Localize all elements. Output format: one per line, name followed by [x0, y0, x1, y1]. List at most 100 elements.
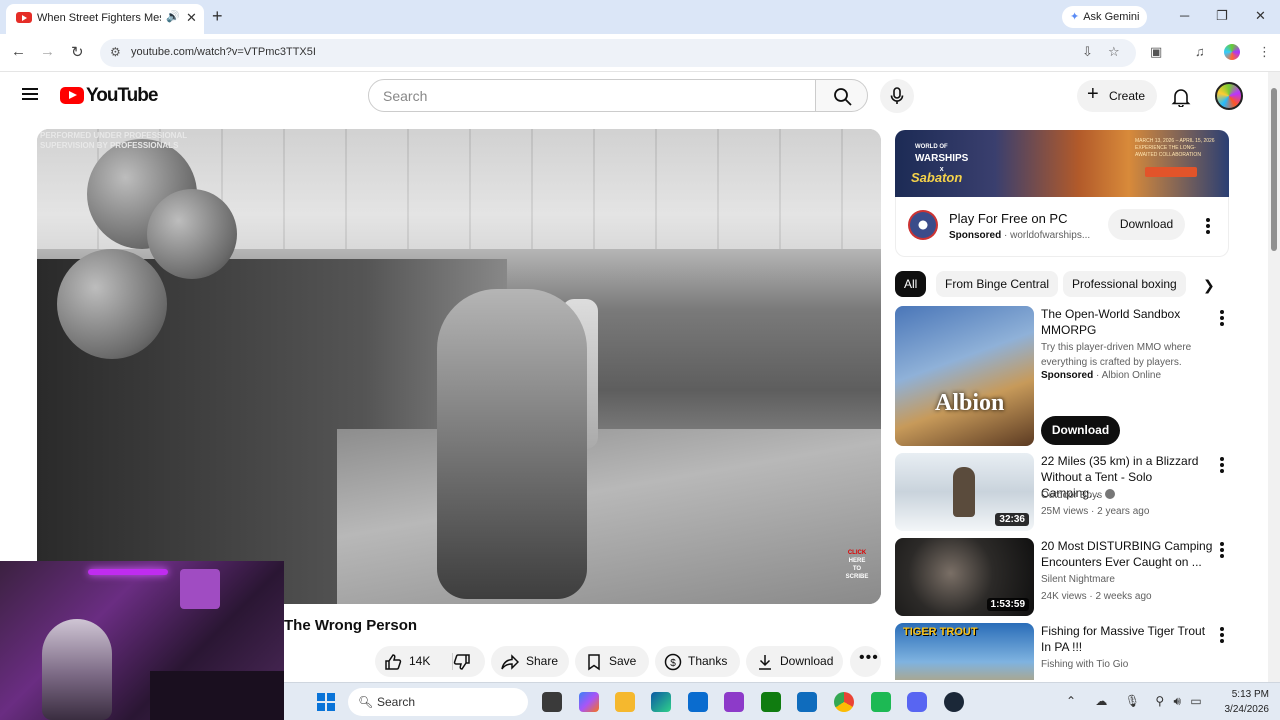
create-button[interactable]: + Create: [1077, 80, 1157, 112]
recommendation-channel[interactable]: Silent Nightmare: [1041, 574, 1115, 585]
albion-logo-text: Albion: [935, 390, 1005, 416]
wifi-icon[interactable]: ⚲: [1155, 694, 1164, 708]
plus-icon: +: [1087, 83, 1099, 105]
youtube-logo-icon[interactable]: [60, 87, 84, 104]
browser-toolbar: ← → ↻ ⚙ youtube.com/watch?v=VTPmc3TTX5I …: [0, 34, 1280, 72]
copilot-icon[interactable]: [579, 692, 599, 712]
thumbnail-hiker: [953, 467, 975, 517]
xbox-icon[interactable]: [761, 692, 781, 712]
like-count[interactable]: 14K: [409, 646, 430, 677]
watermark-line: SCRIBE: [845, 574, 869, 580]
recommendation-channel[interactable]: Fishing with Tio Gio: [1041, 659, 1128, 670]
recommendation-item[interactable]: 1:53:59 20 Most DISTURBING Camping Encou…: [895, 538, 1229, 616]
minimize-window-icon[interactable]: ─: [1180, 8, 1189, 23]
thanks-button[interactable]: $ Thanks: [655, 646, 740, 677]
search-input[interactable]: Search: [368, 79, 816, 112]
subscribe-watermark[interactable]: CLICK HERE TO SCRIBE: [842, 549, 872, 583]
browser-tab[interactable]: When Street Fighters Mess 🔊 ✕: [6, 4, 204, 34]
tab-audio-icon[interactable]: 🔊: [166, 10, 180, 23]
restore-window-icon[interactable]: ❐: [1216, 8, 1228, 24]
chevron-up-icon[interactable]: ⌃: [1066, 694, 1076, 708]
media-controls-icon[interactable]: ♫: [1195, 44, 1205, 59]
browser-profile-avatar[interactable]: [1224, 44, 1240, 60]
chip-all[interactable]: All: [895, 271, 927, 297]
channel-name[interactable]: Outdoor Boys: [1041, 490, 1102, 501]
edge-icon[interactable]: [651, 692, 671, 712]
chevron-right-icon[interactable]: ❯: [1203, 277, 1215, 294]
recommendation-meta: 24K views · 2 weeks ago: [1041, 591, 1152, 602]
albion-download-button[interactable]: Download: [1041, 416, 1120, 445]
ad-download-button[interactable]: Download: [1108, 209, 1185, 240]
recommendation-more-icon[interactable]: [1220, 627, 1224, 645]
ad-info-card[interactable]: Play For Free on PC Sponsored · worldofw…: [895, 197, 1229, 257]
account-avatar[interactable]: [1215, 82, 1243, 110]
install-app-icon[interactable]: ⇩: [1082, 44, 1093, 60]
video-player[interactable]: PERFORMED UNDER PROFESSIONAL SUPERVISION…: [37, 129, 881, 604]
system-tray[interactable]: ⌃ ☁ 🎙︎ ⚲ 🔊︎ ▭: [1066, 694, 1202, 709]
microphone-icon[interactable]: 🎙︎: [1125, 694, 1140, 708]
ad-banner[interactable]: WORLD OF WARSHIPS x Sabaton MARCH 13, 20…: [895, 130, 1229, 197]
dislike-icon[interactable]: [453, 653, 471, 671]
windows-start-icon[interactable]: [317, 693, 335, 711]
recommendation-more-icon[interactable]: [1220, 457, 1224, 475]
like-icon[interactable]: [384, 653, 402, 671]
ad-title[interactable]: Play For Free on PC: [949, 211, 1068, 226]
recommendation-thumbnail[interactable]: 32:36: [895, 453, 1034, 531]
recommendation-title[interactable]: Fishing for Massive Tiger Trout In PA !!…: [1041, 623, 1213, 655]
search-button[interactable]: [815, 79, 868, 112]
youtube-wordmark[interactable]: YouTube: [86, 85, 158, 107]
battery-icon[interactable]: ▭: [1190, 694, 1201, 708]
windows-taskbar: 🔍︎ Search ⌃ ☁ 🎙︎ ⚲ 🔊︎ ▭ 5:13 PM 3/24/202…: [284, 682, 1280, 720]
tab-search-icon[interactable]: ▣: [1150, 44, 1162, 60]
recommendation-thumbnail[interactable]: TIGER TROUT: [895, 623, 1034, 680]
back-icon[interactable]: ←: [11, 43, 26, 60]
discord-icon[interactable]: [907, 692, 927, 712]
steam-icon[interactable]: [944, 692, 964, 712]
app-icon[interactable]: [724, 692, 744, 712]
taskbar-search[interactable]: 🔍︎ Search: [348, 688, 528, 716]
outlook-icon[interactable]: [797, 692, 817, 712]
app-green-icon[interactable]: [871, 692, 891, 712]
site-info-icon[interactable]: ⚙: [110, 45, 121, 59]
ask-gemini-button[interactable]: ✦ Ask Gemini: [1062, 6, 1148, 28]
chrome-icon[interactable]: [834, 692, 854, 712]
chip-professional-boxing[interactable]: Professional boxing: [1063, 271, 1186, 297]
cloud-icon[interactable]: ☁: [1095, 694, 1107, 708]
recommendation-title[interactable]: 20 Most DISTURBING Camping Encounters Ev…: [1041, 538, 1213, 570]
close-window-icon[interactable]: ✕: [1255, 8, 1266, 24]
more-actions-button[interactable]: •••: [850, 646, 881, 677]
recommendation-thumbnail[interactable]: Albion: [895, 306, 1034, 446]
download-button[interactable]: Download: [746, 646, 843, 677]
forward-icon[interactable]: →: [40, 43, 55, 60]
recommendation-item[interactable]: TIGER TROUT Fishing for Massive Tiger Tr…: [895, 623, 1229, 680]
youtube-favicon-icon: [16, 12, 32, 23]
recommendation-more-icon[interactable]: [1220, 310, 1224, 328]
volume-icon[interactable]: 🔊︎: [1173, 694, 1181, 708]
ad-banner-play-button[interactable]: [1145, 167, 1197, 177]
ad-more-icon[interactable]: [1206, 218, 1210, 236]
address-bar[interactable]: ⚙ youtube.com/watch?v=VTPmc3TTX5I ⇩ ☆: [100, 39, 1136, 67]
new-tab-icon[interactable]: +: [212, 6, 223, 27]
browser-menu-icon[interactable]: ⋮: [1258, 44, 1271, 60]
recommendation-more-icon[interactable]: [1220, 542, 1224, 560]
notifications-bell-icon[interactable]: [1171, 87, 1191, 107]
download-label: Download: [780, 654, 834, 668]
file-explorer-icon[interactable]: [615, 692, 635, 712]
share-button[interactable]: Share: [491, 646, 569, 677]
close-tab-icon[interactable]: ✕: [186, 10, 197, 26]
task-view-icon[interactable]: [542, 692, 562, 712]
chip-from-binge-central[interactable]: From Binge Central: [936, 271, 1059, 297]
store-icon[interactable]: [688, 692, 708, 712]
save-button[interactable]: Save: [575, 646, 649, 677]
like-dislike-group: 14K: [375, 646, 485, 677]
menu-icon[interactable]: [22, 88, 38, 100]
reload-icon[interactable]: ↻: [71, 43, 84, 61]
bookmark-star-icon[interactable]: ☆: [1108, 44, 1120, 60]
recommendation-title[interactable]: The Open-World Sandbox MMORPG: [1041, 306, 1213, 338]
voice-search-button[interactable]: [880, 79, 914, 113]
recommendation-thumbnail[interactable]: 1:53:59: [895, 538, 1034, 616]
recommendation-item[interactable]: 32:36 22 Miles (35 km) in a Blizzard Wit…: [895, 453, 1229, 531]
page-scrollbar-thumb[interactable]: [1271, 88, 1277, 251]
svg-text:$: $: [670, 658, 676, 669]
taskbar-clock[interactable]: 5:13 PM 3/24/2026: [1209, 687, 1270, 717]
